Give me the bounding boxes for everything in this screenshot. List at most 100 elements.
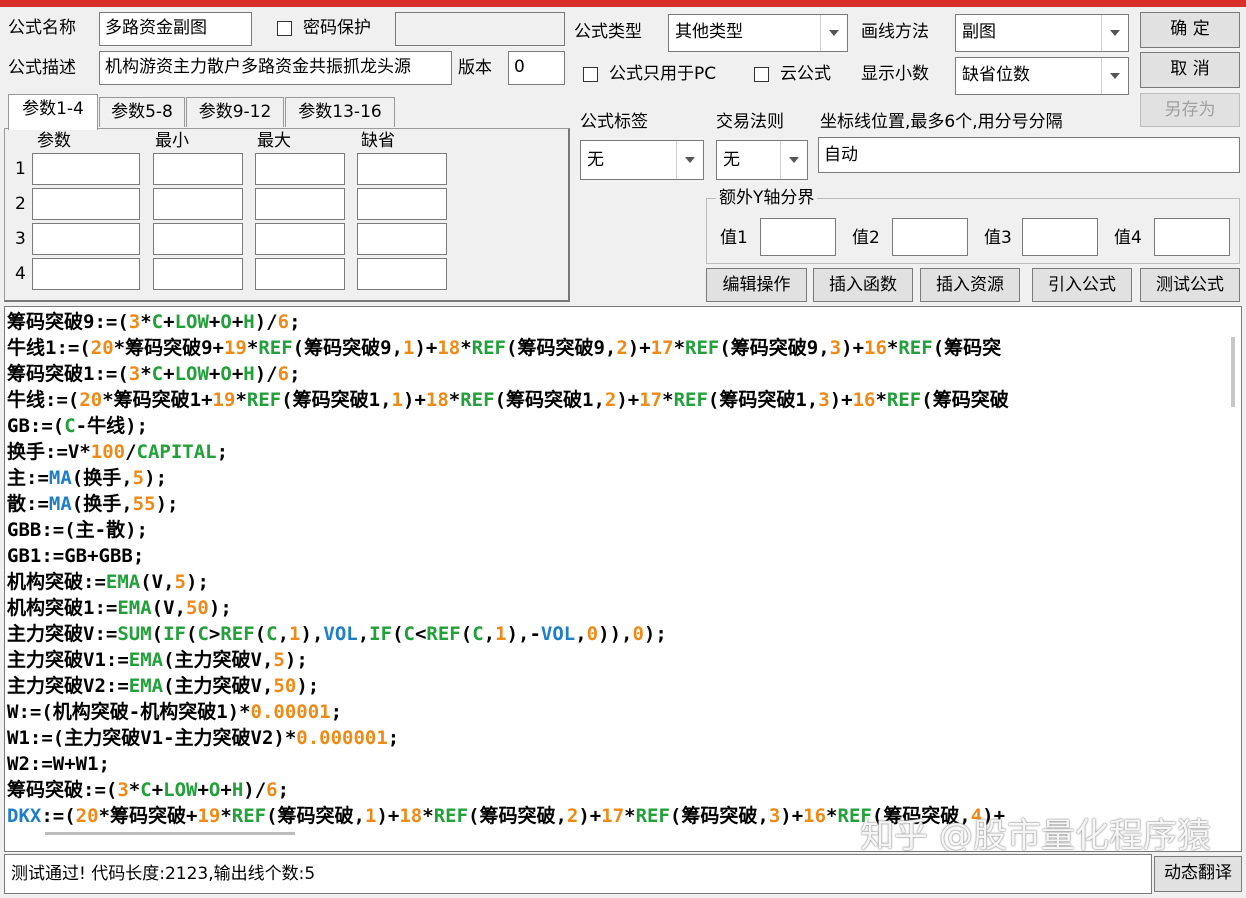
code-line[interactable]: 主:=MA(换手,5);	[7, 465, 1219, 491]
param-2-min-input[interactable]	[153, 188, 243, 220]
trade-rule-value: 无	[723, 150, 740, 170]
formula-desc-label: 公式描述	[8, 58, 76, 78]
pc-only-checkbox[interactable]	[583, 67, 598, 82]
code-line[interactable]: GBB:=(主-散);	[7, 517, 1219, 543]
draw-method-value: 副图	[962, 22, 996, 42]
param-2-name-input[interactable]	[32, 188, 140, 220]
insert-function-button[interactable]: 插入函数	[813, 268, 913, 302]
watermark: 知乎 @股市量化程序猿	[860, 816, 1211, 852]
version-label: 版本	[458, 58, 492, 78]
extra-y-axis-label: 额外Y轴分界	[716, 186, 818, 210]
formula-name-label: 公式名称	[8, 18, 76, 38]
tab-params-5-8[interactable]: 参数5-8	[99, 97, 185, 127]
code-line[interactable]: 换手:=V*100/CAPITAL;	[7, 439, 1219, 465]
formula-tag-value: 无	[587, 150, 604, 170]
yaxis-value-1-label: 值1	[720, 228, 748, 248]
code-line[interactable]: 主力突破V:=SUM(IF(C>REF(C,1),VOL,IF(C<REF(C,…	[7, 621, 1219, 647]
code-line[interactable]: 筹码突破:=(3*C+LOW+O+H)/6;	[7, 777, 1219, 803]
param-header-name: 参数	[37, 131, 71, 151]
code-content[interactable]: 筹码突破9:=(3*C+LOW+O+H)/6; 牛线1:=(20*筹码突破9+19…	[7, 309, 1219, 829]
decimals-label: 显示小数	[861, 64, 929, 84]
code-line[interactable]: GB1:=GB+GBB;	[7, 543, 1219, 569]
param-4-min-input[interactable]	[153, 258, 243, 290]
tab-params-9-12[interactable]: 参数9-12	[186, 97, 284, 127]
code-editor[interactable]: 筹码突破9:=(3*C+LOW+O+H)/6; 牛线1:=(20*筹码突破9+19…	[4, 306, 1242, 852]
tab-params-1-4[interactable]: 参数1-4	[8, 94, 98, 130]
chevron-down-icon[interactable]	[1101, 15, 1128, 51]
edit-operation-button[interactable]: 编辑操作	[706, 268, 807, 302]
param-row-label: 1	[15, 159, 26, 179]
param-3-name-input[interactable]	[32, 223, 140, 255]
chevron-down-icon[interactable]	[780, 141, 807, 179]
password-protect-label: 密码保护	[303, 18, 371, 38]
ok-button[interactable]: 确 定	[1140, 12, 1240, 48]
param-3-max-input[interactable]	[255, 223, 345, 255]
formula-desc-input[interactable]: 机构游资主力散户多路资金共振抓龙头源	[99, 51, 452, 85]
param-1-name-input[interactable]	[32, 153, 140, 185]
code-line[interactable]: 牛线1:=(20*筹码突破9+19*REF(筹码突破9,1)+18*REF(筹码…	[7, 335, 1219, 361]
param-header-max: 最大	[257, 131, 291, 151]
tab-params-13-16[interactable]: 参数13-16	[285, 97, 395, 127]
horizontal-scrollbar-thumb[interactable]	[45, 832, 295, 835]
version-input[interactable]: 0	[508, 51, 565, 85]
formula-name-input[interactable]: 多路资金副图	[99, 12, 252, 46]
yaxis-value-4-input[interactable]	[1154, 218, 1230, 256]
cancel-button[interactable]: 取 消	[1140, 52, 1240, 88]
param-3-min-input[interactable]	[153, 223, 243, 255]
formula-tag-select[interactable]: 无	[580, 140, 704, 180]
code-line[interactable]: 机构突破1:=EMA(V,50);	[7, 595, 1219, 621]
code-line[interactable]: W1:=(主力突破V1-主力突破V2)*0.000001;	[7, 725, 1219, 751]
formula-tag-label: 公式标签	[580, 112, 648, 132]
param-header-min: 最小	[155, 131, 189, 151]
param-2-max-input[interactable]	[255, 188, 345, 220]
chevron-down-icon[interactable]	[1101, 58, 1128, 94]
formula-type-select[interactable]: 其他类型	[668, 14, 848, 52]
code-line[interactable]: W2:=W+W1;	[7, 751, 1219, 777]
params-panel: 参数 最小 最大 缺省 1 2 3 4	[4, 128, 570, 302]
test-formula-button[interactable]: 测试公式	[1140, 268, 1240, 302]
code-line[interactable]: 筹码突破9:=(3*C+LOW+O+H)/6;	[7, 309, 1219, 335]
yaxis-value-2-label: 值2	[852, 228, 880, 248]
formula-type-label: 公式类型	[574, 22, 642, 42]
param-1-max-input[interactable]	[255, 153, 345, 185]
yaxis-value-2-input[interactable]	[892, 218, 968, 256]
code-line[interactable]: GB:=(C-牛线);	[7, 413, 1219, 439]
trade-rule-select[interactable]: 无	[716, 140, 808, 180]
param-1-default-input[interactable]	[357, 153, 447, 185]
param-1-min-input[interactable]	[153, 153, 243, 185]
dynamic-translate-button[interactable]: 动态翻译	[1154, 856, 1242, 892]
code-line[interactable]: 筹码突破1:=(3*C+LOW+O+H)/6;	[7, 361, 1219, 387]
param-row-label: 3	[15, 229, 26, 249]
code-line[interactable]: W:=(机构突破-机构突破1)*0.00001;	[7, 699, 1219, 725]
coord-lines-input[interactable]: 自动	[818, 137, 1240, 173]
yaxis-value-1-input[interactable]	[760, 218, 836, 256]
chevron-down-icon[interactable]	[820, 15, 847, 51]
cloud-formula-checkbox[interactable]	[754, 67, 769, 82]
pc-only-label: 公式只用于PC	[609, 64, 717, 84]
code-line[interactable]: 主力突破V2:=EMA(主力突破V,50);	[7, 673, 1219, 699]
password-protect-checkbox[interactable]	[277, 21, 292, 36]
param-4-default-input[interactable]	[357, 258, 447, 290]
window-title-bar-strip	[0, 0, 1246, 7]
insert-resource-button[interactable]: 插入资源	[920, 268, 1020, 302]
param-3-default-input[interactable]	[357, 223, 447, 255]
yaxis-value-3-input[interactable]	[1022, 218, 1098, 256]
chevron-down-icon[interactable]	[676, 141, 703, 179]
param-2-default-input[interactable]	[357, 188, 447, 220]
save-as-button[interactable]: 另存为	[1140, 93, 1240, 127]
code-line[interactable]: 牛线:=(20*筹码突破1+19*REF(筹码突破1,1)+18*REF(筹码突…	[7, 387, 1219, 413]
password-input[interactable]	[395, 12, 565, 46]
vertical-scrollbar-thumb[interactable]	[1231, 337, 1235, 407]
import-formula-button[interactable]: 引入公式	[1032, 268, 1132, 302]
trade-rule-label: 交易法则	[716, 112, 784, 132]
code-line[interactable]: 散:=MA(换手,55);	[7, 491, 1219, 517]
code-line[interactable]: 主力突破V1:=EMA(主力突破V,5);	[7, 647, 1219, 673]
param-row-label: 4	[15, 264, 26, 284]
param-4-max-input[interactable]	[255, 258, 345, 290]
param-4-name-input[interactable]	[32, 258, 140, 290]
code-line[interactable]: 机构突破:=EMA(V,5);	[7, 569, 1219, 595]
formula-type-value: 其他类型	[675, 22, 743, 42]
coord-lines-label: 坐标线位置,最多6个,用分号分隔	[820, 112, 1063, 132]
draw-method-select[interactable]: 副图	[955, 14, 1129, 52]
decimals-select[interactable]: 缺省位数	[955, 57, 1129, 95]
